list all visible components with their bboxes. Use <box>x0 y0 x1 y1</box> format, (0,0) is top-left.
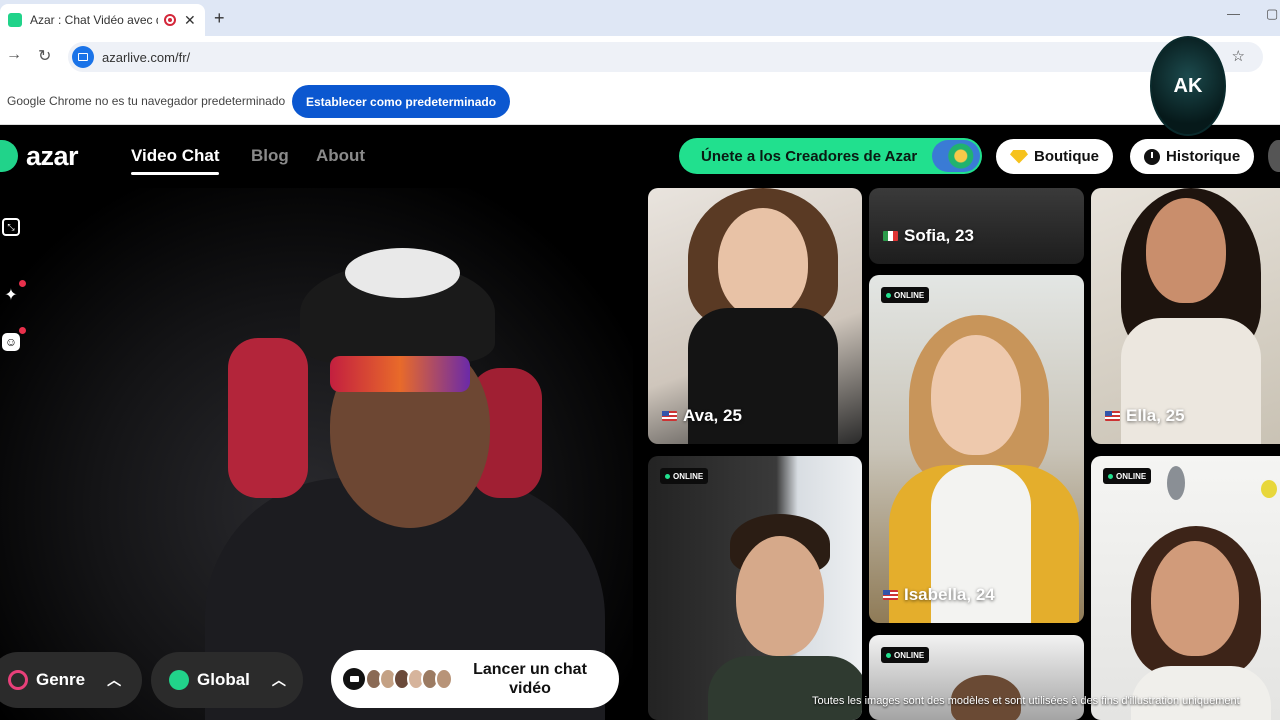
nav-blog[interactable]: Blog <box>251 146 289 166</box>
effects-sparkle-icon[interactable]: ✦ <box>2 280 26 304</box>
profile-card[interactable]: ONLINE <box>1091 456 1280 720</box>
profile-card[interactable]: ONLINE <box>869 635 1084 720</box>
nav-video-chat[interactable]: Video Chat <box>131 146 219 175</box>
join-creators-label: Únete a los Creadores de Azar <box>701 147 918 165</box>
balloon-decoration <box>1167 466 1185 500</box>
reload-icon[interactable]: ↻ <box>38 46 51 66</box>
start-video-chat-label: Lancer un chat vidéo <box>473 661 587 697</box>
video-sunglasses <box>330 356 470 392</box>
video-chair-left <box>228 338 308 498</box>
creators-decoration-icon <box>932 140 980 172</box>
gender-icon <box>8 670 28 690</box>
clock-icon <box>1144 148 1160 165</box>
address-bar[interactable]: azarlive.com/fr/ <box>68 42 1263 72</box>
online-badge: ONLINE <box>1103 468 1152 484</box>
profile-card[interactable]: Ava, 25 <box>648 188 862 444</box>
join-creators-button[interactable]: Únete a los Creadores de Azar <box>679 138 982 174</box>
chevron-up-icon: ︿ <box>107 672 122 688</box>
profile-name: Ava, 25 <box>662 406 742 426</box>
balloon-decoration <box>1261 480 1277 498</box>
profile-photo <box>1151 541 1239 656</box>
logo-text: azar <box>26 140 79 171</box>
default-browser-infobar: Google Chrome no es tu navegador predete… <box>0 78 1280 125</box>
diamond-icon <box>1010 149 1028 164</box>
region-filter-label: Global <box>197 670 250 689</box>
exit-fullscreen-icon[interactable]: ⤡ <box>2 218 20 236</box>
close-tab-icon[interactable]: ✕ <box>184 12 196 29</box>
set-default-button[interactable]: Establecer como predeterminado <box>292 85 511 118</box>
illustration-disclaimer: Toutes les images sont des modèles et so… <box>812 695 1240 707</box>
maximize-icon[interactable]: ▢ <box>1266 6 1278 22</box>
recording-icon <box>164 14 176 26</box>
profile-top <box>708 656 862 720</box>
globe-icon <box>169 670 189 690</box>
profile-name: Ella, 25 <box>1105 406 1185 426</box>
profile-name: Sofia, 23 <box>883 226 974 246</box>
boutique-label: Boutique <box>1034 148 1099 165</box>
browser-tab[interactable]: Azar : Chat Vidéo avec de n ✕ <box>0 4 205 36</box>
boutique-button[interactable]: Boutique <box>996 139 1113 174</box>
gender-filter-label: Genre <box>36 670 86 689</box>
profile-card[interactable]: ONLINE <box>648 456 862 720</box>
italy-flag-icon <box>883 231 898 241</box>
profile-photo <box>736 536 824 656</box>
notification-dot <box>19 280 26 287</box>
us-flag-icon <box>662 411 677 421</box>
profile-photo <box>718 208 808 318</box>
infobar-message: Google Chrome no es tu navegador predete… <box>7 94 286 108</box>
video-camera-icon <box>343 668 365 690</box>
online-badge: ONLINE <box>881 647 930 663</box>
profile-name: Isabella, 24 <box>883 585 995 605</box>
profile-photo <box>931 335 1021 455</box>
profile-photo <box>1146 198 1226 303</box>
new-tab-button[interactable]: + <box>214 8 225 29</box>
streamer-logo: AK <box>1150 36 1226 136</box>
us-flag-icon <box>1105 411 1120 421</box>
profile-card[interactable]: ONLINE Isabella, 24 <box>869 275 1084 623</box>
url-text[interactable]: azarlive.com/fr/ <box>102 50 190 65</box>
chevron-up-icon: ︿ <box>271 672 286 688</box>
browser-tab-bar: Azar : Chat Vidéo avec de n ✕ + — ▢ <box>0 0 1280 36</box>
history-label: Historique <box>1166 148 1241 165</box>
minimize-icon[interactable]: — <box>1227 6 1240 21</box>
streamer-logo-text: AK <box>1173 74 1203 97</box>
notification-dot <box>19 327 26 334</box>
online-badge: ONLINE <box>881 287 930 303</box>
filter-face-icon[interactable]: ☺ <box>2 327 26 351</box>
video-cap-highlight <box>345 248 460 298</box>
profile-top <box>1131 666 1271 720</box>
azar-logo[interactable]: azar <box>0 140 79 172</box>
site-info-icon[interactable] <box>72 46 94 68</box>
azar-logo-icon <box>0 140 18 172</box>
azar-site: azar Video Chat Blog About Únete a los C… <box>0 126 1280 720</box>
nav-about[interactable]: About <box>316 146 365 166</box>
browser-toolbar: → ↻ azarlive.com/fr/ ☆ <box>0 36 1280 78</box>
user-faces-stack <box>365 668 453 690</box>
azar-favicon-icon <box>8 13 22 27</box>
profile-icon[interactable] <box>1268 140 1280 172</box>
forward-icon[interactable]: → <box>6 46 22 64</box>
profile-card[interactable]: Ella, 25 <box>1091 188 1280 444</box>
online-badge: ONLINE <box>660 468 709 484</box>
self-video-preview: ⤡ ✦ ☺ <box>0 188 633 720</box>
user-face-thumbnail <box>435 668 453 690</box>
profile-card[interactable]: Sofia, 23 <box>869 188 1084 264</box>
bookmark-star-icon[interactable]: ☆ <box>1232 47 1245 65</box>
start-video-chat-button[interactable]: Lancer un chat vidéo <box>331 650 619 708</box>
history-button[interactable]: Historique <box>1130 139 1255 174</box>
tab-title: Azar : Chat Vidéo avec de n <box>30 13 158 27</box>
us-flag-icon <box>883 590 898 600</box>
region-filter-button[interactable]: Global ︿ <box>151 652 303 708</box>
gender-filter-button[interactable]: Genre ︿ <box>0 652 142 708</box>
